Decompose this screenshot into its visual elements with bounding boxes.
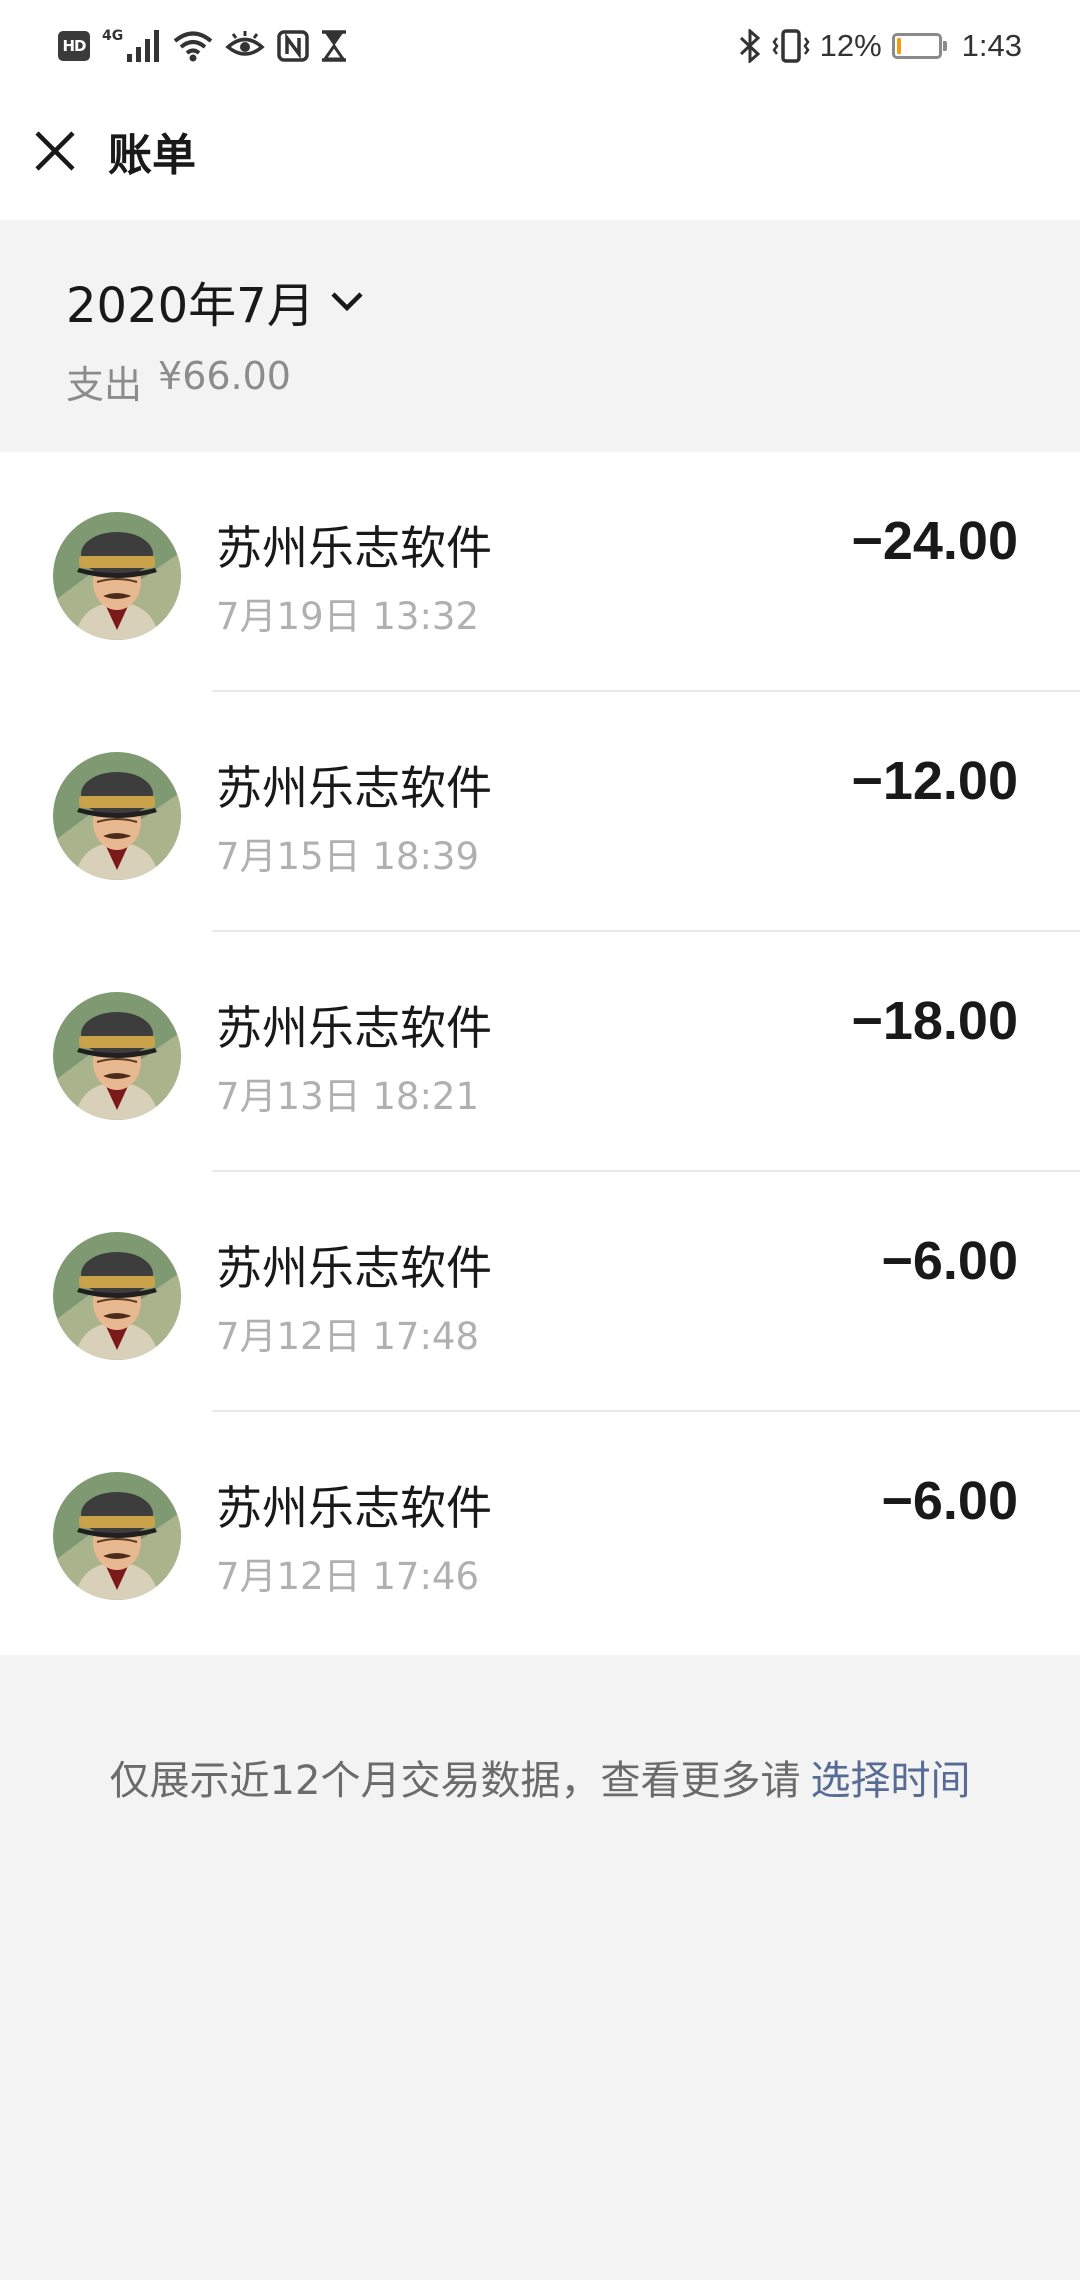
transaction-time: 7月12日 17:46: [216, 1555, 480, 1598]
transaction-amount: −6.00: [881, 1471, 1018, 1531]
list-item[interactable]: 苏州乐志软件 7月15日 18:39 −12.00: [0, 692, 1080, 932]
month-picker[interactable]: 2020年7月: [66, 266, 365, 336]
hourglass-icon: [322, 30, 347, 62]
merchant-avatar: [53, 992, 181, 1120]
transaction-time: 7月19日 13:32: [216, 595, 480, 638]
list-item[interactable]: 苏州乐志软件 7月12日 17:48 −6.00: [0, 1172, 1080, 1412]
battery-level: [896, 38, 901, 54]
transaction-time: 7月15日 18:39: [216, 835, 480, 878]
expense-total: ¥66.00: [158, 354, 291, 398]
clock: 1:43: [961, 28, 1022, 63]
transaction-amount: −18.00: [851, 991, 1018, 1051]
battery-icon: [891, 33, 947, 59]
merchant-avatar: [53, 752, 181, 880]
list-item[interactable]: 苏州乐志软件 7月13日 18:21 −18.00: [0, 932, 1080, 1172]
list-item[interactable]: 苏州乐志软件 7月19日 13:32 −24.00: [0, 452, 1080, 692]
app-header: 账单: [0, 92, 1080, 220]
status-bar: HD 4G 12% 1:43: [0, 0, 1080, 92]
merchant-name: 苏州乐志软件: [216, 1481, 492, 1535]
transaction-time: 7月13日 18:21: [216, 1075, 480, 1118]
transaction-time: 7月12日 17:48: [216, 1315, 480, 1358]
history-note: 仅展示近12个月交易数据，查看更多请 选择时间: [0, 1748, 1080, 1806]
hd-icon: HD: [58, 31, 90, 61]
wifi-icon: [173, 31, 213, 62]
battery-percent: 12%: [819, 28, 882, 63]
close-button[interactable]: [28, 124, 82, 178]
bluetooth-icon: [739, 29, 760, 63]
eye-comfort-icon: [225, 31, 265, 56]
list-item[interactable]: 苏州乐志软件 7月12日 17:46 −6.00: [0, 1412, 1080, 1652]
month-label: 2020年7月: [66, 278, 315, 334]
merchant-avatar: [53, 512, 181, 640]
close-icon: [35, 131, 75, 171]
chevron-down-icon: [331, 292, 363, 312]
vibrate-icon: [772, 29, 810, 63]
merchant-avatar: [53, 1232, 181, 1360]
expense-summary: 支出 ¥66.00: [66, 354, 291, 409]
status-right-icons: 12% 1:43: [738, 24, 1022, 68]
merchant-name: 苏州乐志软件: [216, 1001, 492, 1055]
network-type: 4G: [102, 28, 124, 44]
transaction-list: 苏州乐志软件 7月19日 13:32 −24.00 苏州乐志软件 7月15日 1…: [0, 452, 1080, 1655]
merchant-name: 苏州乐志软件: [216, 521, 492, 575]
nfc-icon: [277, 30, 309, 62]
expense-label: 支出: [66, 363, 143, 407]
history-note-text: 仅展示近12个月交易数据，查看更多请: [109, 1758, 801, 1804]
signal-icon: [127, 30, 160, 62]
merchant-avatar: [53, 1472, 181, 1600]
transaction-amount: −24.00: [851, 511, 1018, 571]
transaction-amount: −6.00: [881, 1231, 1018, 1291]
merchant-name: 苏州乐志软件: [216, 761, 492, 815]
select-time-link[interactable]: 选择时间: [810, 1758, 970, 1804]
status-left-icons: HD 4G: [58, 24, 347, 68]
merchant-name: 苏州乐志软件: [216, 1241, 492, 1295]
page-title: 账单: [108, 130, 196, 181]
month-summary: 2020年7月 支出 ¥66.00: [0, 220, 1080, 452]
transaction-amount: −12.00: [851, 751, 1018, 811]
